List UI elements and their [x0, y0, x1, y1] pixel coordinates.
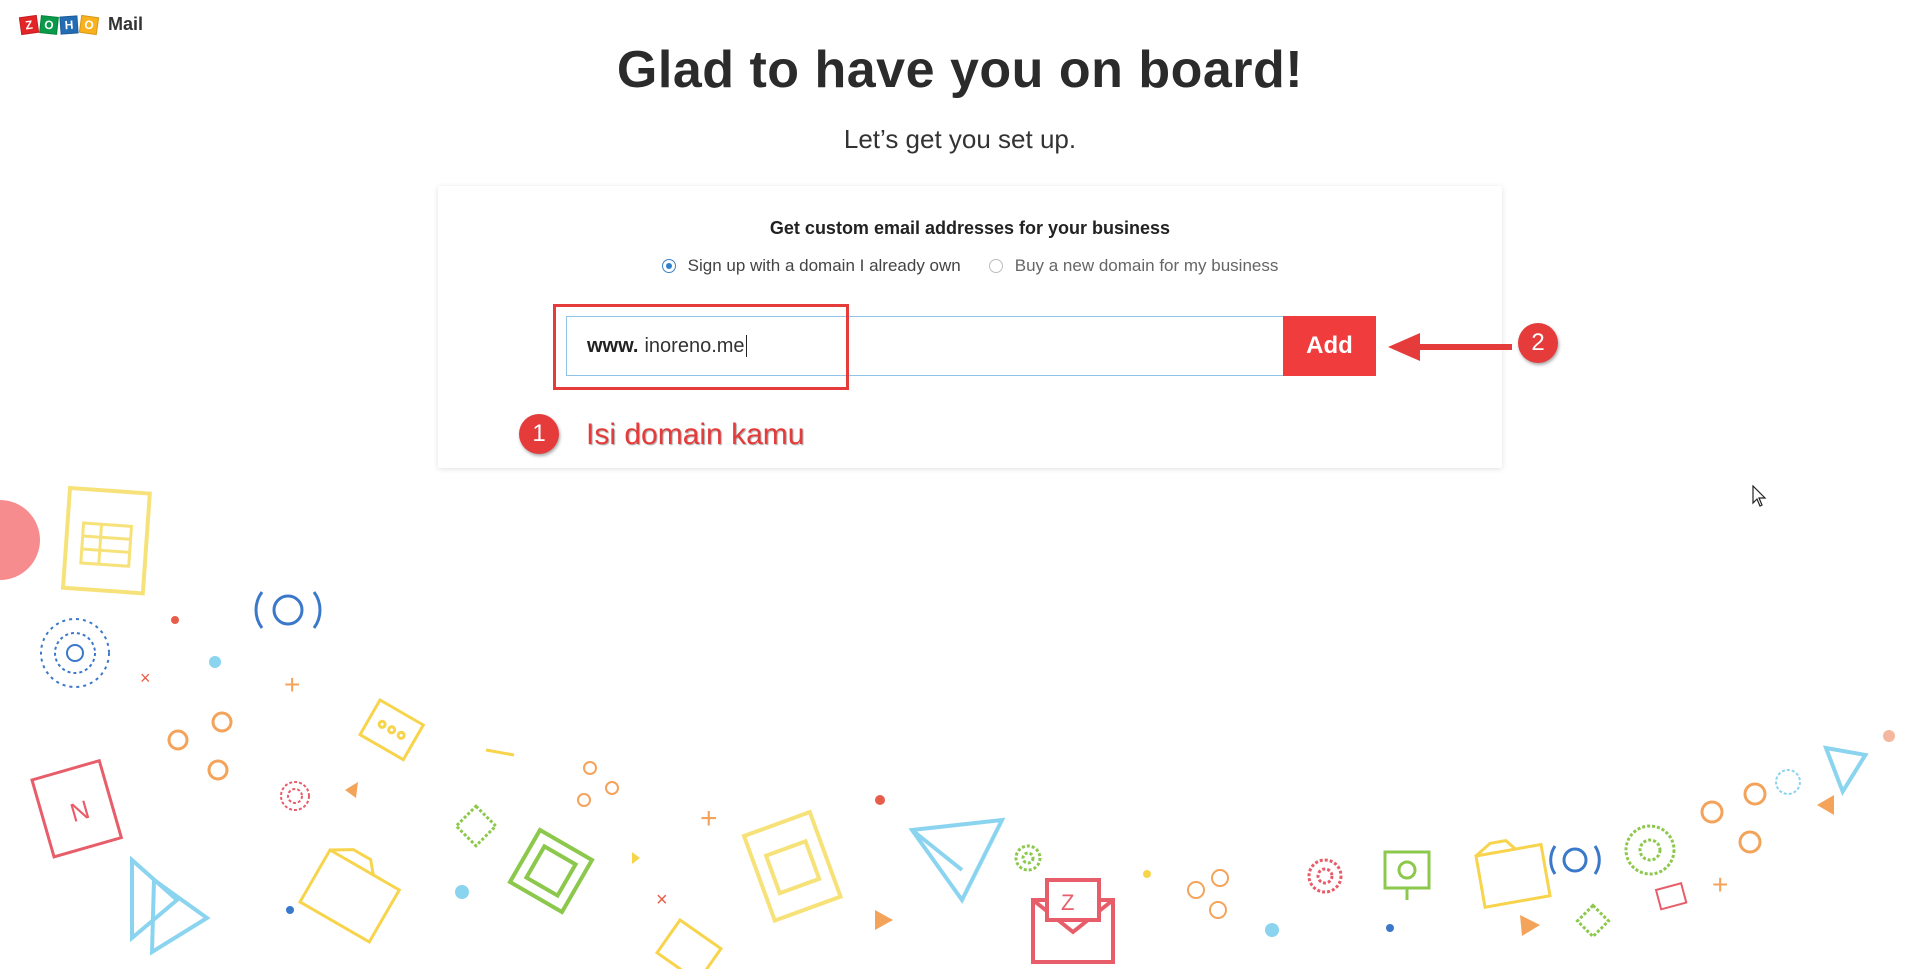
domain-option-group: Sign up with a domain I already own Buy … — [438, 256, 1502, 276]
yellow-triangle — [632, 852, 640, 864]
pink-blob-icon — [0, 500, 40, 580]
pink-flower-icon — [1307, 858, 1343, 894]
share-network-icon — [167, 711, 233, 781]
spreadsheet-doc-icon — [60, 485, 152, 596]
svg-text:N: N — [67, 794, 93, 828]
annotation-step-1-badge: 1 — [519, 414, 559, 454]
orange-plus: + — [284, 669, 300, 700]
folder-icon — [1474, 838, 1552, 909]
zoho-mail-logo[interactable]: Z O H O Mail — [18, 14, 144, 35]
radio-own-domain-label: Sign up with a domain I already own — [687, 256, 961, 275]
play-icon — [130, 855, 211, 956]
annotation-highlight-box — [553, 304, 849, 390]
presentation-board-icon — [1383, 850, 1431, 900]
orange-plus: + — [700, 802, 718, 835]
zoho-logo-letters: Z O H O — [18, 14, 100, 35]
logo-letter: H — [59, 14, 79, 35]
green-diamond-icon — [1575, 903, 1611, 939]
decorative-illustration: × + N + × Z + — [0, 485, 1895, 969]
cyan-dot — [1265, 923, 1279, 937]
chat-bubble-icon — [357, 697, 426, 762]
green-flower-icon — [1624, 824, 1676, 876]
red-cross: × — [140, 668, 151, 688]
play-icon — [1822, 745, 1869, 797]
orange-triangle — [1520, 915, 1540, 936]
blue-flower-icon — [40, 618, 110, 688]
logo-product-name: Mail — [108, 14, 144, 34]
radio-signal-icon — [1549, 845, 1601, 875]
red-dot — [171, 616, 179, 624]
cyan-dot — [455, 885, 469, 899]
green-gear-icon — [454, 804, 498, 848]
cyan-dot — [209, 656, 221, 668]
spinner-icon — [280, 781, 310, 811]
annotation-arrow-icon — [1388, 333, 1512, 361]
chat-bubble-icon — [654, 917, 724, 969]
yellow-dot — [1143, 870, 1151, 878]
share-network-icon — [1700, 782, 1767, 854]
annotation-step-1-text: Isi domain kamu — [586, 418, 805, 451]
orange-plus: + — [1712, 869, 1728, 900]
orange-share-icon — [1187, 869, 1229, 919]
radio-own-domain[interactable]: Sign up with a domain I already own — [661, 256, 961, 276]
sheet-layout-icon — [507, 827, 595, 915]
logo-letter: O — [39, 14, 59, 35]
radio-signal-icon — [254, 591, 322, 629]
logo-letter: Z — [18, 14, 40, 35]
folder-icon — [297, 847, 402, 945]
send-paper-plane-icon — [908, 817, 1006, 904]
page-title: Glad to have you on board! — [616, 41, 1304, 99]
radio-button-checked[interactable] — [661, 259, 676, 273]
blue-dot — [286, 906, 294, 914]
zoho-mail-envelope-icon: Z — [1031, 878, 1115, 964]
orange-triangle — [875, 910, 893, 930]
orange-triangle — [1817, 795, 1834, 815]
annotation-step-2-badge: 2 — [1518, 323, 1558, 363]
card-title: Get custom email addresses for your busi… — [769, 218, 1171, 238]
radio-button-unchecked[interactable] — [988, 259, 1003, 273]
red-dot — [875, 795, 885, 805]
page-subtitle: Let’s get you set up. — [843, 124, 1077, 154]
radio-buy-domain[interactable]: Buy a new domain for my business — [988, 256, 1279, 276]
peach-dot — [1883, 730, 1895, 742]
doc-table-icon — [741, 809, 844, 924]
blue-snowflake-icon — [1775, 769, 1801, 795]
green-flower-icon — [1014, 844, 1042, 872]
red-cross: × — [656, 889, 668, 911]
add-domain-button[interactable]: Add — [1283, 316, 1376, 376]
network-icon — [577, 761, 619, 807]
yellow-dash — [485, 748, 515, 757]
svg-text:Z: Z — [1061, 890, 1074, 915]
zoho-notebook-icon: N — [30, 758, 124, 859]
radio-buy-domain-label: Buy a new domain for my business — [1014, 256, 1279, 275]
orange-triangle — [345, 782, 358, 798]
blue-dot — [1386, 924, 1394, 932]
mini-mail-icon — [1654, 882, 1688, 911]
logo-letter: O — [78, 14, 100, 35]
